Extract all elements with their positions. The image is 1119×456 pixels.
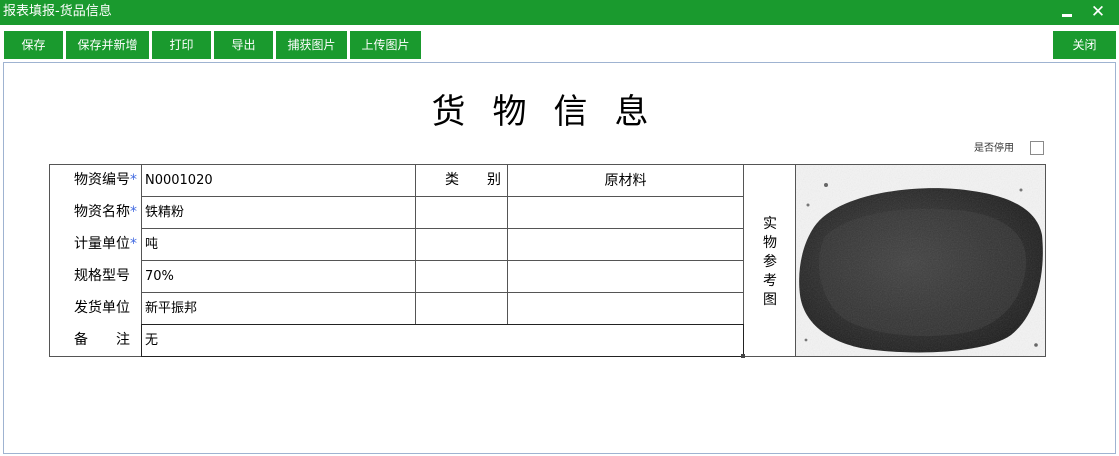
- close-button[interactable]: 关闭: [1053, 31, 1116, 59]
- spec-input[interactable]: 70%: [145, 268, 413, 286]
- unit-input[interactable]: 吨: [145, 236, 413, 254]
- iron-ore-powder-image: [796, 165, 1045, 356]
- product-photo[interactable]: [796, 165, 1045, 356]
- row-divider: [141, 228, 744, 229]
- capture-image-button[interactable]: 捕获图片: [276, 31, 347, 59]
- field-label-name: 物资名称*: [74, 204, 137, 220]
- material-name-input[interactable]: 铁精粉: [145, 204, 413, 222]
- print-button[interactable]: 打印: [152, 31, 211, 59]
- field-label-shipper: 发货单位: [74, 300, 130, 316]
- export-button[interactable]: 导出: [214, 31, 273, 59]
- upload-image-button[interactable]: 上传图片: [350, 31, 421, 59]
- field-label-code: 物资编号*: [74, 172, 137, 188]
- category-value-1[interactable]: 原材料: [508, 172, 743, 190]
- window-titlebar: 报表填报-货品信息 ✕: [0, 0, 1119, 25]
- disabled-checkbox[interactable]: [1030, 141, 1044, 155]
- remarks-input[interactable]: 无: [145, 332, 735, 350]
- resize-handle[interactable]: [741, 354, 745, 358]
- row-divider: [141, 292, 744, 293]
- close-icon[interactable]: ✕: [1084, 0, 1112, 25]
- category-label: 类 别: [445, 172, 501, 188]
- field-label-remarks: 备 注: [74, 332, 130, 348]
- save-button[interactable]: 保存: [4, 31, 63, 59]
- page-title: 货物信息: [431, 92, 676, 132]
- photo-label: 实 物 参 考 图: [763, 216, 777, 308]
- toolbar: 保存 保存并新增 打印 导出 捕获图片 上传图片 关闭: [0, 25, 1119, 62]
- field-label-spec: 规格型号: [74, 268, 130, 284]
- window-title: 报表填报-货品信息: [3, 4, 112, 19]
- save-and-new-button[interactable]: 保存并新增: [66, 31, 149, 59]
- field-label-unit: 计量单位*: [74, 236, 137, 252]
- disabled-label: 是否停用: [974, 143, 1014, 154]
- minimize-icon[interactable]: [1054, 0, 1082, 25]
- material-code-input[interactable]: N0001020: [145, 172, 413, 190]
- row-divider: [141, 260, 744, 261]
- row-divider: [141, 196, 744, 197]
- shipper-input[interactable]: 新平振邦: [145, 300, 413, 318]
- column-divider: [415, 164, 416, 325]
